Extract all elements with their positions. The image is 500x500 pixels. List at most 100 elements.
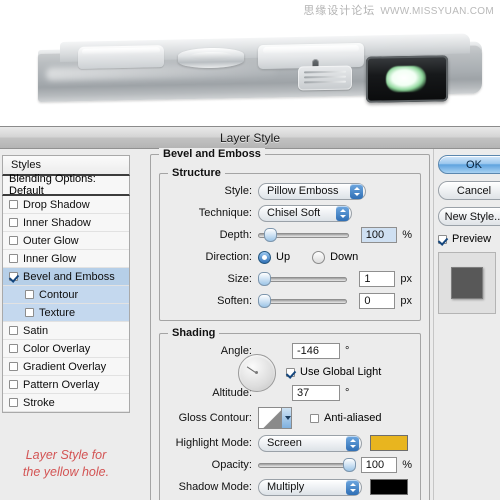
size-input[interactable]: 1	[359, 271, 396, 287]
effect-row-contour[interactable]: Contour	[3, 286, 129, 304]
effect-checkbox[interactable]	[9, 362, 18, 371]
highlight-color-swatch[interactable]	[370, 435, 408, 451]
effect-label: Inner Shadow	[23, 216, 91, 229]
effect-checkbox[interactable]	[9, 236, 18, 245]
effect-label: Contour	[39, 288, 79, 301]
effect-row-texture[interactable]: Texture	[3, 304, 129, 322]
camera-mode-dial-icon	[78, 45, 164, 69]
effect-checkbox[interactable]	[9, 398, 18, 407]
highlight-opacity-label: Opacity:	[211, 459, 252, 471]
depth-input[interactable]: 100	[360, 227, 398, 243]
shading-group: Shading Angle: -146 ° Use Global Light A…	[159, 327, 421, 500]
effect-label: Outer Glow	[23, 234, 79, 247]
soften-slider[interactable]	[258, 294, 348, 308]
shadow-color-swatch[interactable]	[370, 479, 408, 495]
effect-checkbox[interactable]	[9, 200, 18, 209]
annotation-line-1: Layer Style for	[25, 448, 107, 462]
effect-label: Texture	[39, 306, 76, 319]
angle-label: Angle:	[220, 345, 252, 357]
new-style-button[interactable]: New Style...	[438, 207, 500, 226]
soften-input[interactable]: 0	[359, 293, 396, 309]
effect-row-drop-shadow[interactable]: Drop Shadow	[3, 196, 129, 214]
effect-checkbox[interactable]	[9, 272, 18, 281]
technique-label: Technique:	[198, 207, 252, 219]
global-light-row: Use Global Light	[168, 362, 412, 382]
effect-row-outer-glow[interactable]: Outer Glow	[3, 232, 129, 250]
effect-label: Stroke	[23, 396, 55, 409]
effect-row-inner-glow[interactable]: Inner Glow	[3, 250, 129, 268]
angle-input[interactable]: -146	[292, 343, 340, 359]
shadow-mode-value: Multiply	[267, 481, 305, 493]
watermark: 思缘设计论坛 WWW.MISSYUAN.COM	[303, 2, 494, 18]
effect-row-pattern-overlay[interactable]: Pattern Overlay	[3, 376, 129, 394]
shading-group-title: Shading	[168, 327, 220, 339]
gloss-contour-picker-icon[interactable]	[281, 408, 291, 428]
angle-unit: °	[345, 345, 350, 357]
ok-button[interactable]: OK	[438, 155, 500, 174]
direction-up-radio[interactable]	[258, 250, 271, 264]
technique-select[interactable]: Chisel Soft	[258, 204, 352, 222]
soften-value: 0	[364, 295, 371, 307]
use-global-light-label: Use Global Light	[300, 366, 382, 378]
direction-down-radio[interactable]	[312, 250, 326, 264]
anti-aliased-label: Anti-aliased	[324, 412, 382, 424]
size-slider-thumb[interactable]	[258, 272, 271, 286]
depth-value: 100	[365, 229, 385, 241]
anti-aliased-checkbox[interactable]	[310, 413, 319, 423]
depth-label: Depth:	[219, 229, 252, 241]
gloss-contour-label: Gloss Contour:	[178, 412, 252, 424]
preview-checkbox[interactable]	[438, 234, 447, 244]
effect-row-gradient-overlay[interactable]: Gradient Overlay	[3, 358, 129, 376]
effects-list: Drop Shadow Inner Shadow Outer Glow Inner G…	[2, 196, 130, 413]
size-label: Size:	[227, 273, 252, 285]
depth-slider-thumb[interactable]	[264, 228, 277, 242]
chevron-updown-icon	[336, 205, 349, 221]
angle-dial-center	[255, 371, 258, 374]
cancel-button[interactable]: Cancel	[438, 181, 500, 200]
effect-checkbox[interactable]	[9, 326, 18, 335]
effect-row-satin[interactable]: Satin	[3, 322, 129, 340]
highlight-mode-select[interactable]: Screen	[258, 434, 362, 452]
preview-label: Preview	[452, 233, 492, 245]
effect-row-stroke[interactable]: Stroke	[3, 394, 129, 412]
styles-header-label: Styles	[11, 159, 41, 171]
gloss-contour-preview[interactable]	[258, 407, 292, 429]
technique-row: Technique: Chisel Soft	[168, 202, 412, 224]
effect-row-bevel-and-emboss[interactable]: Bevel and Emboss	[3, 268, 129, 286]
highlight-opacity-input[interactable]: 100	[360, 457, 398, 473]
soften-slider-track	[258, 298, 348, 304]
style-row: Style: Pillow Emboss	[168, 180, 412, 202]
altitude-value: 37	[297, 387, 310, 399]
highlight-opacity-slider[interactable]	[258, 458, 356, 472]
effect-row-color-overlay[interactable]: Color Overlay	[3, 340, 129, 358]
shadow-mode-select[interactable]: Multiply	[258, 478, 362, 496]
effect-checkbox[interactable]	[25, 308, 34, 317]
angle-row: Angle: -146 °	[168, 340, 412, 362]
soften-slider-thumb[interactable]	[258, 294, 271, 308]
size-slider[interactable]	[258, 272, 348, 286]
technique-select-value: Chisel Soft	[267, 207, 321, 219]
structure-group-title: Structure	[168, 167, 225, 179]
layer-style-dialog: Layer Style Styles Blending Options: Def…	[0, 126, 500, 500]
chevron-updown-icon	[350, 183, 363, 199]
effect-checkbox[interactable]	[9, 254, 18, 263]
highlight-opacity-thumb[interactable]	[343, 458, 356, 472]
use-global-light-checkbox[interactable]	[286, 367, 295, 377]
preview-thumbnail	[451, 267, 483, 299]
highlight-opacity-track	[258, 462, 349, 468]
size-slider-track	[258, 276, 348, 282]
ok-button-label: OK	[466, 158, 482, 171]
depth-slider[interactable]	[258, 228, 349, 242]
angle-dial[interactable]	[238, 354, 276, 392]
effect-row-inner-shadow[interactable]: Inner Shadow	[3, 214, 129, 232]
camera-shutter-dial-icon	[178, 47, 244, 69]
style-select[interactable]: Pillow Emboss	[258, 182, 366, 200]
dialog-titlebar[interactable]: Layer Style	[0, 127, 500, 149]
effect-checkbox[interactable]	[9, 218, 18, 227]
panel-divider	[433, 149, 434, 500]
effect-checkbox[interactable]	[9, 380, 18, 389]
effect-checkbox[interactable]	[25, 290, 34, 299]
blending-options-row[interactable]: Blending Options: Default	[2, 173, 130, 197]
altitude-input[interactable]: 37	[292, 385, 340, 401]
effect-checkbox[interactable]	[9, 344, 18, 353]
